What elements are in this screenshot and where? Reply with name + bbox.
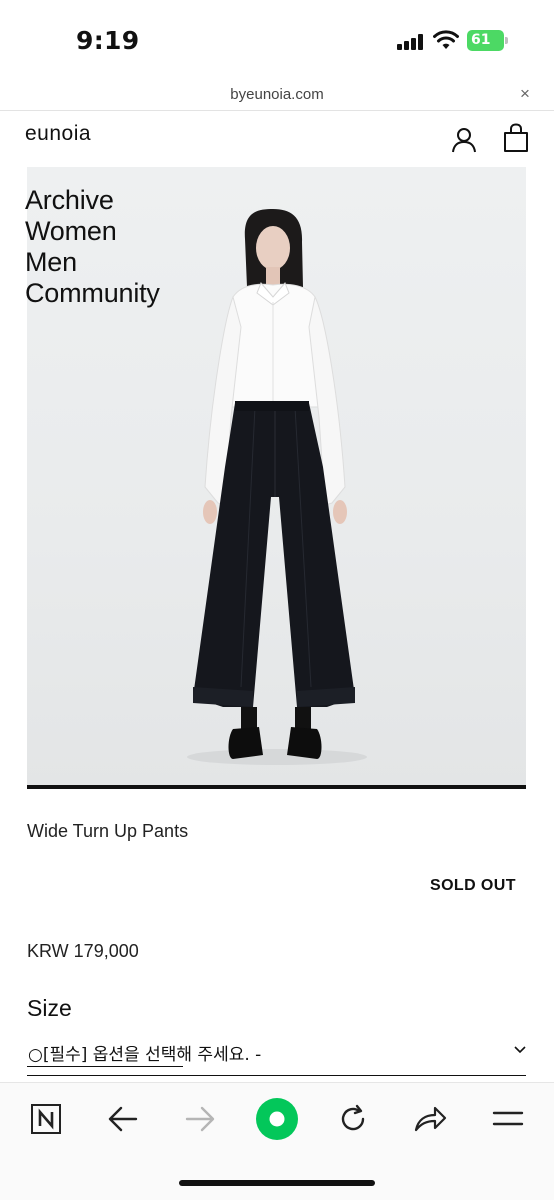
status-bar: 9:19 61 — [0, 0, 554, 80]
forward-arrow-icon[interactable] — [180, 1099, 220, 1139]
battery-level: 61 — [467, 30, 504, 51]
nav-item-archive[interactable]: Archive — [25, 185, 160, 216]
status-time: 9:19 — [76, 26, 140, 55]
site-logo[interactable]: eunoia — [25, 122, 91, 146]
share-icon[interactable] — [410, 1099, 450, 1139]
option-select-placeholder[interactable]: ○[필수] 옵션을 선택해 주세요. - — [28, 1040, 261, 1065]
shopping-bag-icon[interactable] — [503, 123, 529, 153]
product-price: KRW 179,000 — [27, 941, 139, 961]
size-option-select[interactable]: ○[필수] 옵션을 선택해 주세요. - — [27, 1036, 526, 1076]
cellular-signal-icon — [397, 34, 425, 50]
green-circle-icon[interactable] — [254, 1096, 300, 1142]
site-nav-menu: Archive Women Men Community — [25, 185, 160, 309]
nav-item-women[interactable]: Women — [25, 216, 160, 247]
back-arrow-icon[interactable] — [103, 1099, 143, 1139]
site-header: eunoia — [0, 112, 554, 166]
size-label: Size — [27, 995, 72, 1021]
sold-out-badge: SOLD OUT — [430, 877, 516, 894]
product-name: Wide Turn Up Pants — [27, 821, 189, 841]
battery-icon: 61 — [467, 30, 509, 51]
menu-icon[interactable] — [488, 1099, 528, 1139]
image-divider — [27, 785, 526, 789]
nav-item-community[interactable]: Community — [25, 278, 160, 309]
home-indicator — [179, 1180, 375, 1186]
reload-icon[interactable] — [333, 1099, 373, 1139]
url-text[interactable]: byeunoia.com — [0, 86, 554, 103]
browser-url-bar[interactable]: byeunoia.com × — [0, 80, 554, 111]
user-account-icon[interactable] — [451, 127, 477, 153]
nav-item-men[interactable]: Men — [25, 247, 160, 278]
chevron-down-icon[interactable] — [513, 1044, 527, 1054]
naver-n-icon[interactable] — [26, 1099, 66, 1139]
wifi-icon — [433, 30, 459, 49]
close-icon[interactable]: × — [516, 85, 534, 103]
option-text-underline — [27, 1066, 183, 1067]
